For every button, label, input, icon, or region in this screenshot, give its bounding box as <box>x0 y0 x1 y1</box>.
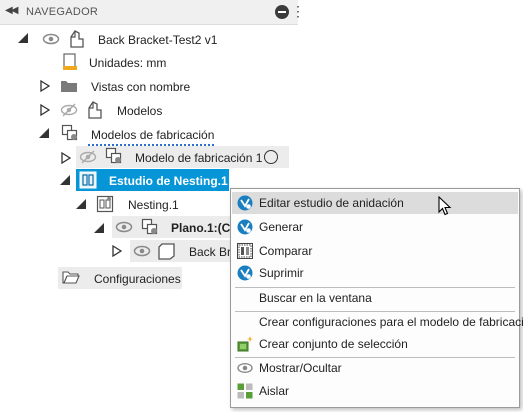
manufacturing-model-icon <box>61 124 79 142</box>
eye-hidden-icon[interactable] <box>79 148 97 166</box>
menu-item-label: Crear conjunto de selección <box>259 337 408 351</box>
eye-hidden-icon[interactable] <box>60 101 78 119</box>
root-component-label[interactable]: Back Bracket-Test2 v1 <box>98 33 217 47</box>
nesting-icon <box>96 195 114 213</box>
more-options-icon[interactable]: ⋮ <box>291 4 305 18</box>
menu-item-create-selection-set[interactable]: Crear conjunto de selección <box>232 333 518 355</box>
eye-icon[interactable] <box>115 218 133 236</box>
mouse-cursor-icon <box>438 195 454 216</box>
menu-item-label: Suprimir <box>259 266 304 280</box>
configurations-label[interactable]: Configuraciones <box>94 272 181 286</box>
menu-item-label: Generar <box>259 220 304 234</box>
manufacturing-models-label[interactable]: Modelos de fabricación <box>91 128 214 142</box>
collapse-triangle-icon[interactable] <box>60 175 70 187</box>
browser-title: NAVEGADOR <box>26 6 99 18</box>
expand-triangle-icon[interactable] <box>40 104 50 116</box>
collapse-triangle-icon[interactable] <box>94 223 104 235</box>
compare-icon <box>237 243 253 259</box>
configurations-folder-icon <box>62 269 80 287</box>
collapse-panel-icon[interactable]: ◀◀ <box>5 5 18 16</box>
folder-icon <box>60 78 78 96</box>
isolate-icon <box>237 383 253 399</box>
eye-icon[interactable] <box>133 242 151 260</box>
menu-item-edit-nesting-study[interactable]: Editar estudio de anidación <box>232 192 518 214</box>
collapse-triangle-icon[interactable] <box>18 33 28 45</box>
component-icon <box>86 100 104 119</box>
menu-item-create-configurations[interactable]: Crear configuraciones para el modelo de … <box>232 311 523 333</box>
component-icon <box>68 29 86 48</box>
eye-icon <box>237 360 253 376</box>
expand-triangle-icon[interactable] <box>40 80 50 92</box>
nesting-label[interactable]: Nesting.1 <box>128 198 179 212</box>
nesting-study-icon <box>237 219 253 235</box>
menu-item-label: Editar estudio de anidación <box>259 196 404 210</box>
nesting-study-label[interactable]: Estudio de Nesting.1 <box>109 174 228 188</box>
menu-item-suppress[interactable]: Suprimir <box>232 262 518 284</box>
activate-radio-icon[interactable] <box>264 150 278 164</box>
menu-item-label: Buscar en la ventana <box>259 291 372 305</box>
selection-set-icon <box>237 336 253 352</box>
units-label[interactable]: Unidades: mm <box>89 56 166 70</box>
expand-triangle-icon[interactable] <box>61 152 71 164</box>
menu-item-label: Comparar <box>259 244 313 258</box>
eye-icon[interactable] <box>42 30 60 48</box>
nesting-study-icon <box>79 171 97 189</box>
manufacturing-model-icon <box>141 218 159 236</box>
collapse-triangle-icon[interactable] <box>39 128 49 140</box>
menu-item-label: Mostrar/Ocultar <box>259 361 342 375</box>
menu-item-compare[interactable]: Comparar <box>232 240 518 262</box>
manufacturing-model-icon <box>105 147 123 165</box>
manufacturing-model-1-label[interactable]: Modelo de fabricación 1 <box>135 151 262 165</box>
nesting-study-icon <box>237 265 253 281</box>
menu-item-show-hide[interactable]: Mostrar/Ocultar <box>232 357 518 379</box>
models-label[interactable]: Modelos <box>117 104 162 118</box>
named-views-label[interactable]: Vistas con nombre <box>91 80 190 94</box>
body-icon <box>158 242 176 260</box>
plane-label[interactable]: Plano.1:(CT <box>171 221 238 235</box>
menu-item-find-in-window[interactable]: Buscar en la ventana <box>232 287 518 309</box>
menu-item-label: Aislar <box>259 384 290 398</box>
menu-item-isolate[interactable]: Aislar <box>232 380 518 402</box>
nesting-study-icon <box>237 195 253 211</box>
minus-circle-icon[interactable] <box>275 5 289 19</box>
menu-item-generate[interactable]: Generar <box>232 216 518 238</box>
browser-header: ◀◀ NAVEGADOR ⋮ <box>0 0 305 25</box>
collapse-triangle-icon[interactable] <box>76 199 86 211</box>
document-units-icon <box>62 53 80 71</box>
menu-item-label: Crear configuraciones para el modelo de … <box>259 315 523 329</box>
context-menu: Editar estudio de anidación Generar Comp… <box>230 188 523 408</box>
expand-triangle-icon[interactable] <box>112 245 122 257</box>
